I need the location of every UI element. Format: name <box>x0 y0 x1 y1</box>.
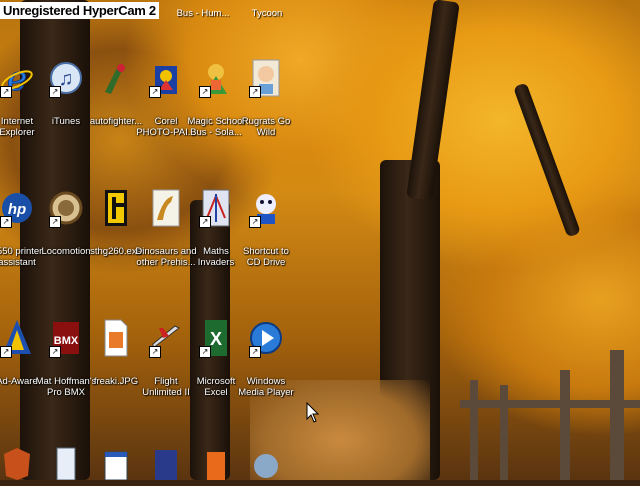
hp-printer-icon: hp ↗ <box>0 188 34 228</box>
corel-photo-paint-icon: ↗ <box>149 58 183 98</box>
pro-bmx-icon: BMX ↗ <box>49 318 83 358</box>
shield-icon <box>0 446 34 486</box>
desktop-icon-rugrats[interactable]: ↗ Rugrats Go Wild <box>241 58 291 168</box>
document-icon <box>49 446 83 486</box>
autofighter-icon <box>99 58 133 98</box>
desktop-icon-dinosaurs[interactable]: Dinosaurs and other Prehis... <box>135 188 197 298</box>
cd-drive-icon: ↗ <box>249 188 283 228</box>
rugrats-icon: ↗ <box>249 58 283 98</box>
flight-unlimited-icon: ↗ <box>149 318 183 358</box>
hypercam-watermark: Unregistered HyperCam 2 <box>0 2 159 19</box>
desktop-icon-partial[interactable] <box>91 446 141 481</box>
desktop-icon-itunes[interactable]: ♫ ↗ iTunes <box>41 58 91 168</box>
icon-label: Windows Media Player <box>238 376 294 398</box>
desktop-icon-ad-aware[interactable]: ↗ Ad-Aware <box>0 318 42 428</box>
exe-icon <box>99 188 133 228</box>
desktop-icon-corel[interactable]: ↗ Corel PHOTO-PAI... <box>136 58 196 168</box>
desktop-icon-cd-drive[interactable]: ↗ Shortcut to CD Drive <box>241 188 291 298</box>
desktop-icon-hp-printer[interactable]: hp ↗ 5550 printer assistant <box>0 188 42 298</box>
icon-label: Shortcut to CD Drive <box>243 246 289 268</box>
internet-explorer-icon: e ↗ <box>0 58 34 100</box>
desktop-icon-freaki-jpg[interactable]: freaki.JPG <box>91 318 141 428</box>
cut-off-icon-label: Tycoon <box>251 8 283 19</box>
fence-post <box>470 380 478 480</box>
svg-text:X: X <box>210 329 222 349</box>
desktop-icon-flight-unlimited[interactable]: ↗ Flight Unlimited II <box>141 318 191 428</box>
desktop-icon-sthg260[interactable]: sthg260.exe <box>90 188 142 298</box>
desktop-icon-media-player[interactable]: ↗ Windows Media Player <box>238 318 294 428</box>
desktop-icon-internet-explorer[interactable]: e ↗ Internet Explorer <box>0 58 42 168</box>
desktop-icon-partial[interactable] <box>41 446 91 481</box>
desktop-icon-maths-invaders[interactable]: ↗ Maths Invaders <box>191 188 241 298</box>
locomotion-icon: ↗ <box>49 188 83 228</box>
maths-invaders-icon: ↗ <box>199 188 233 228</box>
media-player-icon: ↗ <box>249 318 283 358</box>
desktop-icon-magic-school-bus[interactable]: ↗ Magic School Bus - Sola... <box>187 58 245 168</box>
fence-post <box>610 350 624 480</box>
app-icon <box>149 446 183 486</box>
mouse-cursor-icon <box>306 402 320 423</box>
itunes-icon: ♫ ↗ <box>49 58 83 98</box>
desktop-icon-excel[interactable]: X ↗ Microsoft Excel <box>191 318 241 428</box>
fence-rail <box>460 400 640 408</box>
fence-post <box>560 370 570 480</box>
ad-aware-icon: ↗ <box>0 318 34 358</box>
desktop-icon-pro-bmx[interactable]: BMX ↗ Mat Hoffman's Pro BMX <box>36 318 96 428</box>
desktop-icon-partial[interactable] <box>241 446 291 480</box>
jpg-file-icon <box>99 318 133 358</box>
desktop-icon-autofighter[interactable]: autofighter... <box>90 58 142 168</box>
desktop-icon-partial[interactable] <box>191 446 241 480</box>
magic-school-bus-icon: ↗ <box>199 58 233 98</box>
window-icon <box>99 446 133 486</box>
app-icon <box>249 446 283 486</box>
desktop-icon-partial[interactable] <box>0 446 42 480</box>
icon-label: Rugrats Go Wild <box>241 116 291 138</box>
app-icon <box>199 446 233 486</box>
desktop-icon-partial[interactable] <box>141 446 191 480</box>
desktop-icon-locomotion[interactable]: ↗ Locomotion <box>41 188 91 298</box>
dinosaur-icon <box>149 188 183 228</box>
cut-off-icon-label: Bus - Hum... <box>176 8 230 19</box>
excel-icon: X ↗ <box>199 318 233 358</box>
